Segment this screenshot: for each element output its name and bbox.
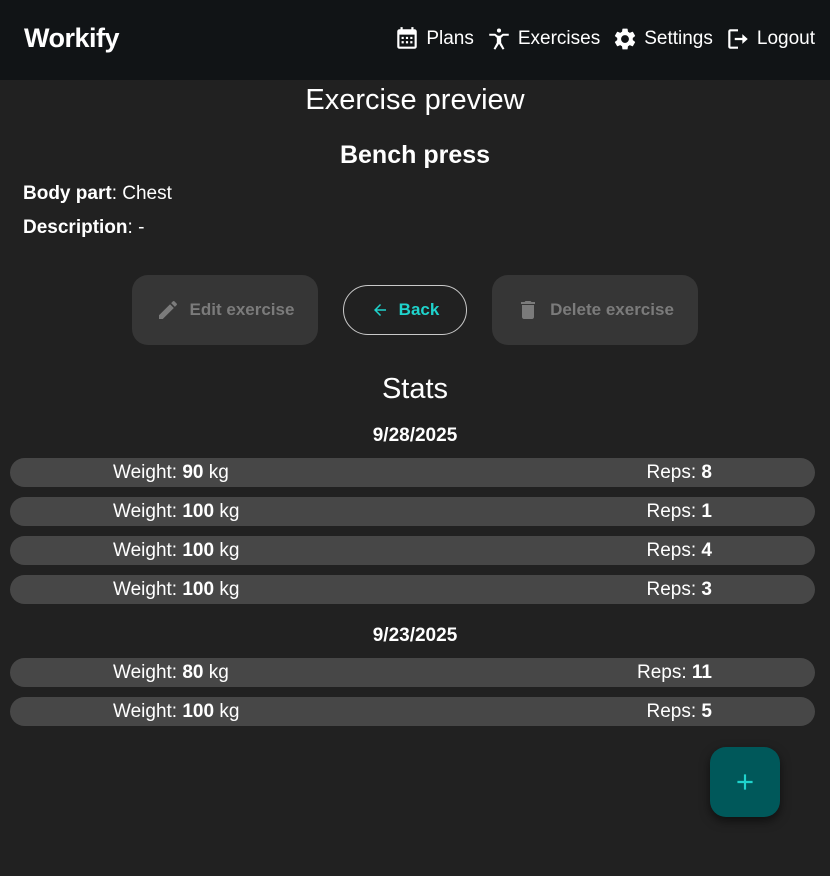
- nav-logout[interactable]: Logout: [725, 26, 815, 52]
- nav-settings[interactable]: Settings: [612, 26, 713, 52]
- weight-value: 100: [182, 540, 215, 561]
- reps-value: 4: [701, 540, 712, 561]
- weight-value: 90: [182, 462, 204, 483]
- weight-value: 80: [182, 662, 204, 683]
- weight-label: Weight:: [113, 540, 183, 561]
- session-date: 9/23/2025: [372, 625, 458, 646]
- description-field: Description: -: [23, 217, 144, 239]
- pencil-icon: [158, 300, 177, 319]
- calendar-icon: [397, 27, 418, 49]
- exercise-name: Bench press: [339, 141, 491, 169]
- reps-value: 1: [701, 501, 712, 522]
- set-row: Weight: 100 kg Reps: 4: [10, 536, 815, 565]
- set-reps: Reps: 11: [637, 662, 712, 684]
- top-app-bar: Workify Plans Exercises Settings Logout: [0, 0, 830, 80]
- weight-label: Weight:: [113, 462, 183, 483]
- set-reps: Reps: 1: [647, 501, 713, 523]
- weight-value: 100: [182, 501, 215, 522]
- weight-unit: kg: [203, 662, 229, 683]
- gear-icon: [615, 28, 636, 50]
- weight-unit: kg: [214, 701, 240, 722]
- nav-logout-label: Logout: [756, 28, 815, 49]
- gymnastics-icon: [489, 28, 509, 50]
- delete-exercise-label: Delete exercise: [550, 300, 674, 319]
- set-weight: Weight: 90 kg: [113, 462, 229, 484]
- nav-exercises-label: Exercises: [517, 28, 601, 49]
- weight-unit: kg: [214, 579, 240, 600]
- delete-exercise-button[interactable]: Delete exercise: [492, 275, 698, 345]
- set-reps: Reps: 8: [647, 462, 713, 484]
- back-label: Back: [398, 300, 440, 319]
- set-row: Weight: 100 kg Reps: 1: [10, 497, 815, 526]
- nav-plans[interactable]: Plans: [394, 26, 474, 52]
- reps-label: Reps:: [646, 501, 702, 522]
- set-weight: Weight: 100 kg: [113, 701, 239, 723]
- set-row: Weight: 100 kg Reps: 3: [10, 575, 815, 604]
- set-reps: Reps: 4: [647, 540, 713, 562]
- weight-unit: kg: [203, 462, 229, 483]
- body-part-value: : Chest: [111, 183, 172, 204]
- nav-settings-label: Settings: [644, 28, 713, 49]
- body-part-field: Body part: Chest: [23, 183, 172, 205]
- description-label: Description: [23, 217, 128, 238]
- arrow-left-icon: [373, 304, 386, 316]
- set-row: Weight: 90 kg Reps: 8: [10, 458, 815, 487]
- plus-icon: [737, 774, 753, 790]
- weight-value: 100: [182, 701, 215, 722]
- trash-icon: [521, 301, 536, 319]
- edit-exercise-button[interactable]: Edit exercise: [132, 275, 318, 345]
- set-row: Weight: 80 kg Reps: 11: [10, 658, 815, 687]
- brand-logo-text[interactable]: Workify: [24, 23, 120, 54]
- weight-unit: kg: [214, 501, 240, 522]
- weight-label: Weight:: [113, 579, 183, 600]
- set-weight: Weight: 80 kg: [113, 662, 229, 684]
- set-weight: Weight: 100 kg: [113, 540, 239, 562]
- reps-label: Reps:: [636, 662, 692, 683]
- set-row: Weight: 100 kg Reps: 5: [10, 697, 815, 726]
- reps-label: Reps:: [646, 462, 702, 483]
- logout-icon: [728, 29, 748, 49]
- nav-exercises[interactable]: Exercises: [486, 26, 600, 52]
- reps-value: 3: [701, 579, 712, 600]
- description-value: : -: [127, 217, 145, 238]
- stats-title: Stats: [381, 373, 449, 405]
- session-date: 9/28/2025: [372, 425, 458, 446]
- reps-label: Reps:: [646, 540, 702, 561]
- weight-label: Weight:: [113, 501, 183, 522]
- weight-unit: kg: [214, 540, 240, 561]
- reps-value: 11: [691, 662, 712, 683]
- nav-plans-label: Plans: [426, 28, 474, 49]
- reps-label: Reps:: [646, 579, 702, 600]
- set-reps: Reps: 5: [647, 701, 713, 723]
- back-button[interactable]: Back: [343, 285, 467, 335]
- add-set-fab[interactable]: [710, 747, 780, 817]
- weight-label: Weight:: [113, 662, 183, 683]
- page-title: Exercise preview: [305, 84, 525, 116]
- set-weight: Weight: 100 kg: [113, 579, 239, 601]
- weight-label: Weight:: [113, 701, 183, 722]
- reps-label: Reps:: [646, 701, 702, 722]
- weight-value: 100: [182, 579, 215, 600]
- reps-value: 8: [701, 462, 712, 483]
- body-part-label: Body part: [23, 183, 112, 204]
- set-reps: Reps: 3: [647, 579, 713, 601]
- reps-value: 5: [701, 701, 712, 722]
- set-weight: Weight: 100 kg: [113, 501, 239, 523]
- main-nav: Plans Exercises Settings Logout: [382, 26, 815, 52]
- edit-exercise-label: Edit exercise: [189, 300, 295, 319]
